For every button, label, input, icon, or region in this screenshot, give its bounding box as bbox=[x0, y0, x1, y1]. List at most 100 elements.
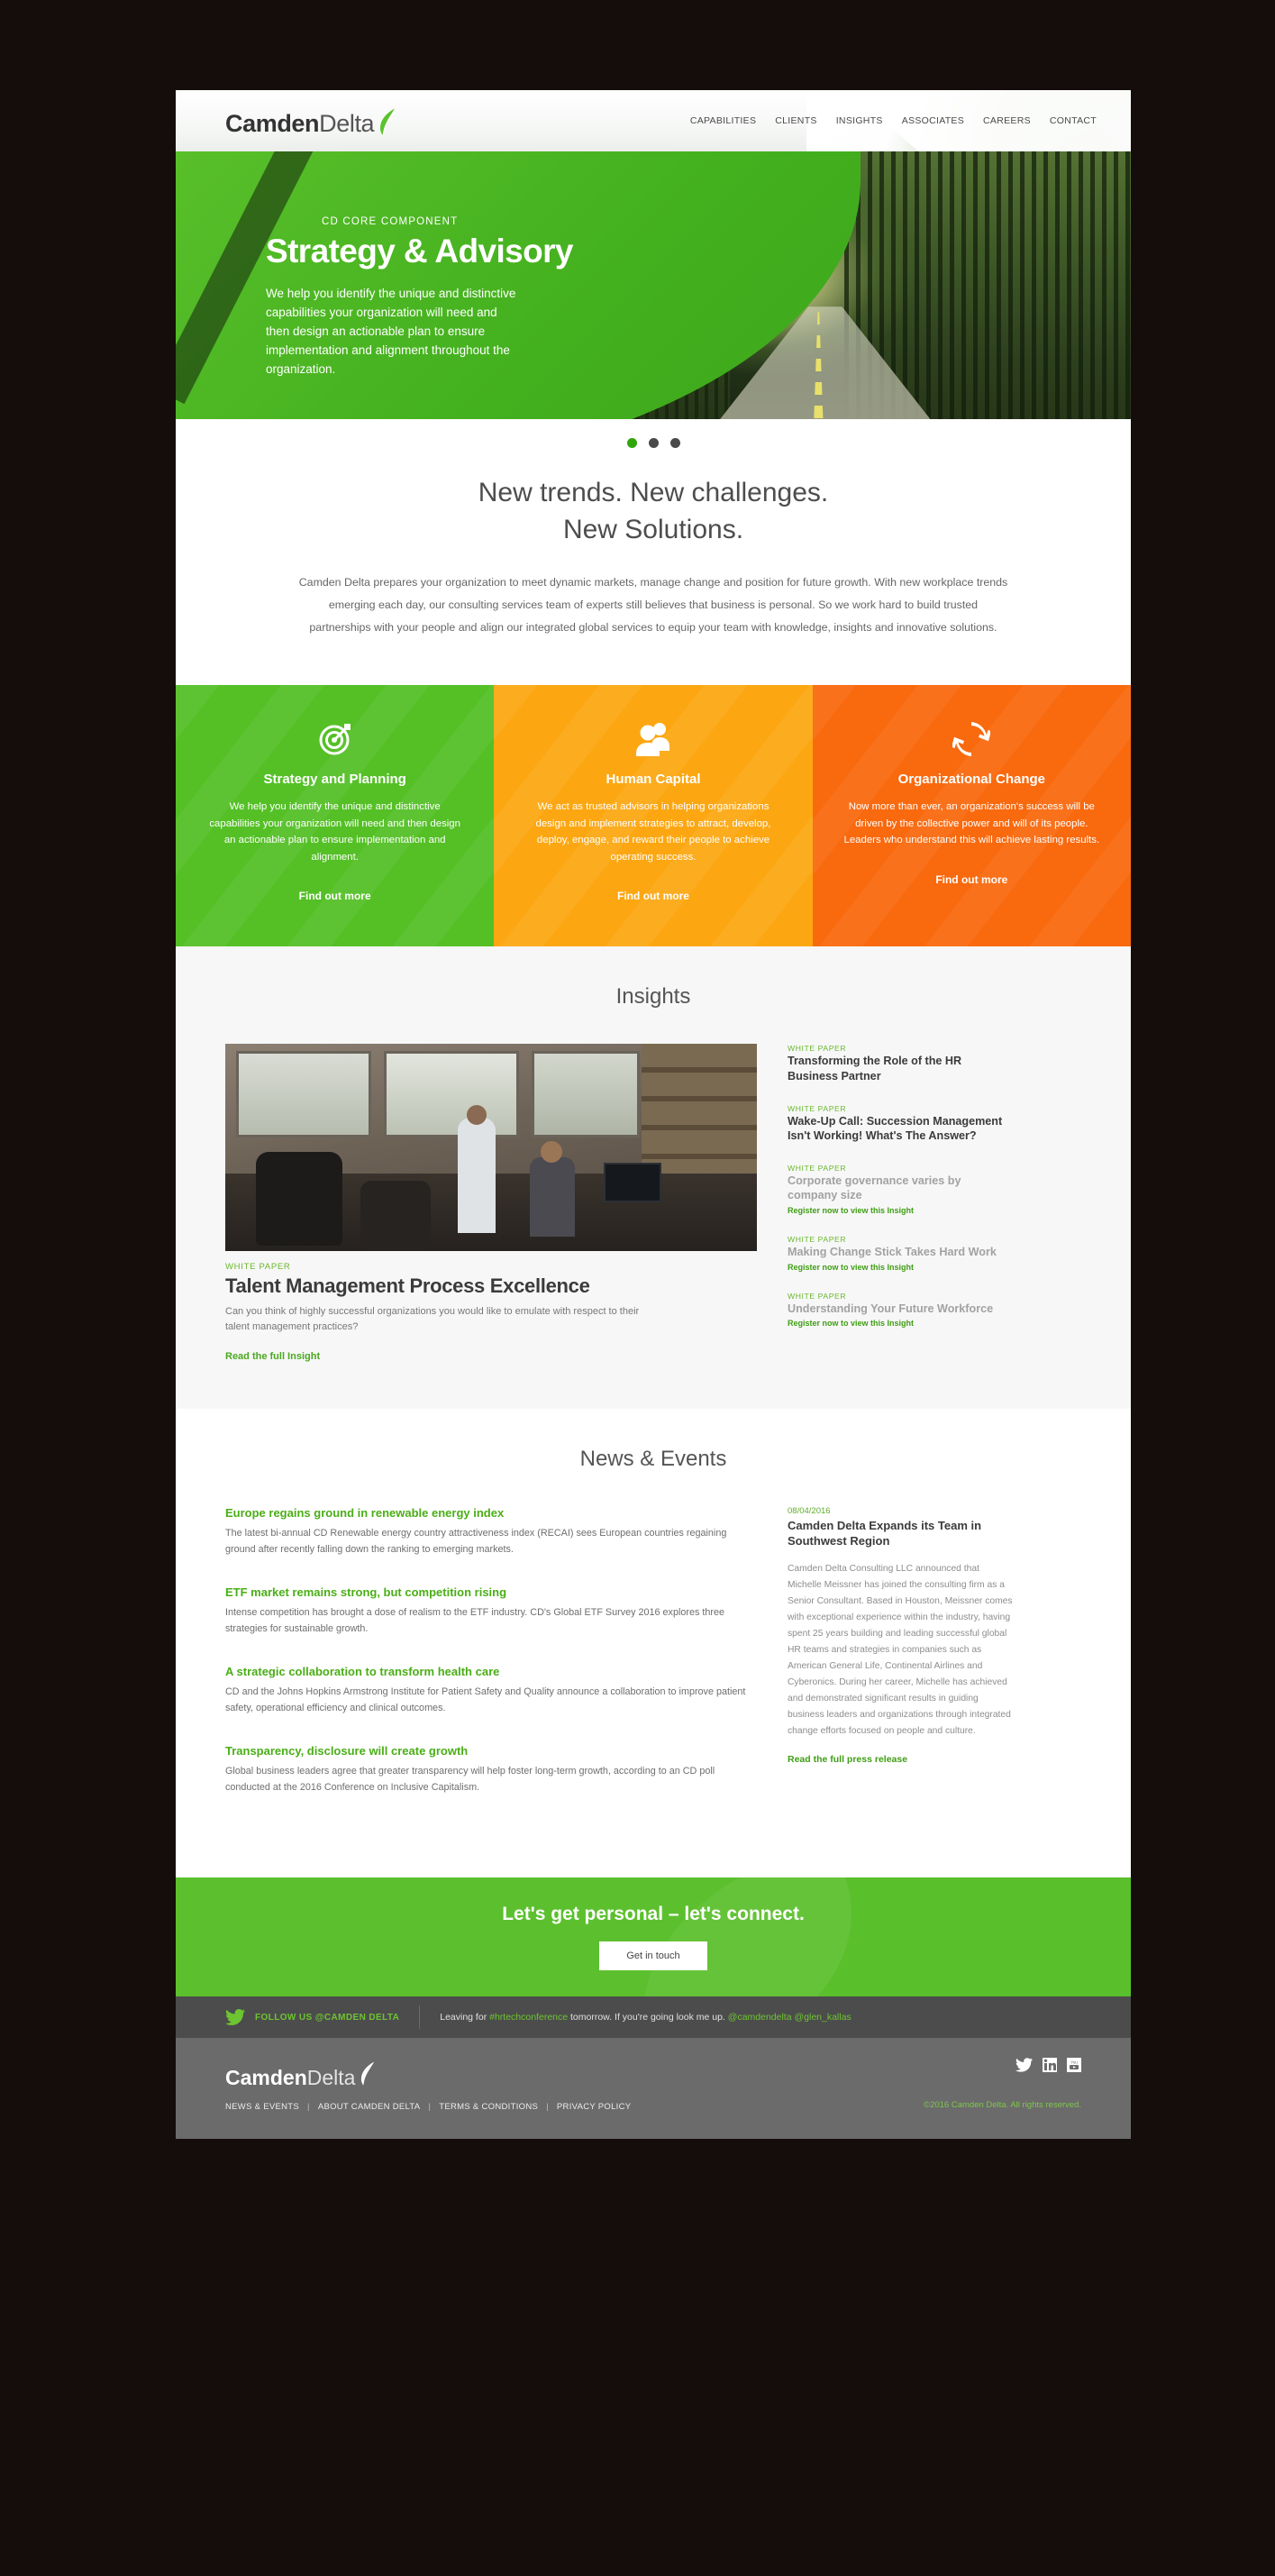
news-item-title[interactable]: Transparency, disclosure will create gro… bbox=[225, 1744, 757, 1758]
get-in-touch-button[interactable]: Get in touch bbox=[599, 1941, 707, 1971]
tweet-part-2: tomorrow. If you're going look me up. bbox=[568, 2012, 728, 2023]
footer-logo-primary: Camden bbox=[225, 2066, 307, 2090]
press-release-date: 08/04/2016 bbox=[788, 1505, 831, 1516]
site-footer: Camden Delta NEWS & EVENTS | ABOUT CAMDEN… bbox=[176, 2038, 1131, 2140]
footer-logo-secondary: Delta bbox=[306, 2066, 356, 2090]
news-item-copy: The latest bi-annual CD Renewable energy… bbox=[225, 1527, 727, 1556]
news-item-title[interactable]: ETF market remains strong, but competiti… bbox=[225, 1585, 757, 1599]
hero-banner: CD CORE COMPONENT Strategy & Advisory We… bbox=[176, 151, 1131, 419]
service-card-human-capital[interactable]: Human Capital We act as trusted advisors… bbox=[494, 685, 813, 947]
service-card-copy: Now more than ever, an organization's su… bbox=[843, 801, 1100, 846]
insight-register-link[interactable]: Register now to view this Insight bbox=[788, 1263, 1013, 1272]
service-card-copy: We act as trusted advisors in helping or… bbox=[535, 801, 771, 863]
tweet-mention-1[interactable]: @camdendelta bbox=[728, 2012, 792, 2023]
linkedin-icon[interactable] bbox=[1043, 2058, 1057, 2077]
news-item[interactable]: Transparency, disclosure will create gro… bbox=[225, 1744, 757, 1796]
service-card-organizational-change[interactable]: Organizational Change Now more than ever… bbox=[812, 685, 1131, 947]
nav-item-clients[interactable]: CLIENTS bbox=[775, 115, 816, 126]
hero-kicker: CD CORE COMPONENT bbox=[322, 216, 459, 227]
news-item-copy: Intense competition has brought a dose o… bbox=[225, 1606, 724, 1635]
insights-list: WHITE PAPER Transforming the Role of the… bbox=[788, 1044, 1013, 1361]
website-page: Camden Delta CAPABILITIES CLIENTS INSIGHT… bbox=[176, 90, 1131, 2140]
twitter-follow-label[interactable]: FOLLOW US @CAMDEN DELTA bbox=[255, 2013, 399, 2023]
twitter-feed-bar: FOLLOW US @CAMDEN DELTA Leaving for #hrt… bbox=[176, 1996, 1131, 2039]
featured-insight-link[interactable]: Read the full Insight bbox=[225, 1351, 757, 1362]
refresh-cycle-icon bbox=[843, 721, 1100, 759]
youtube-icon[interactable]: You bbox=[1067, 2058, 1081, 2077]
footer-link-terms[interactable]: TERMS & CONDITIONS bbox=[439, 2102, 538, 2112]
news-item[interactable]: A strategic collaboration to transform h… bbox=[225, 1665, 757, 1717]
carousel-dot-2[interactable] bbox=[648, 437, 659, 448]
footer-logo[interactable]: Camden Delta bbox=[225, 2058, 631, 2090]
site-logo[interactable]: Camden Delta bbox=[225, 105, 396, 138]
featured-insight-image bbox=[225, 1044, 757, 1252]
insight-register-link[interactable]: Register now to view this Insight bbox=[788, 1319, 1013, 1328]
news-item-title[interactable]: Europe regains ground in renewable energ… bbox=[225, 1506, 757, 1520]
nav-item-capabilities[interactable]: CAPABILITIES bbox=[690, 115, 756, 126]
insight-label: WHITE PAPER bbox=[788, 1235, 847, 1245]
insight-title: Understanding Your Future Workforce bbox=[788, 1302, 994, 1315]
insight-title: Making Change Stick Takes Hard Work bbox=[788, 1246, 997, 1259]
footer-link-separator: | bbox=[546, 2102, 549, 2113]
footer-link-about[interactable]: ABOUT CAMDEN DELTA bbox=[318, 2102, 421, 2112]
nav-item-associates[interactable]: ASSOCIATES bbox=[902, 115, 964, 126]
news-list: Europe regains ground in renewable energ… bbox=[225, 1506, 757, 1824]
service-card-cta[interactable]: Find out more bbox=[843, 873, 1100, 886]
tweet-part-1: Leaving for bbox=[440, 2012, 490, 2023]
nav-item-insights[interactable]: INSIGHTS bbox=[836, 115, 883, 126]
carousel-dot-3[interactable] bbox=[669, 437, 680, 448]
service-card-copy: We help you identify the unique and dist… bbox=[209, 801, 460, 863]
insight-title: Corporate governance varies by company s… bbox=[788, 1174, 961, 1202]
leaf-icon bbox=[360, 2061, 378, 2088]
insight-label: WHITE PAPER bbox=[788, 1103, 847, 1113]
intro-section: New trends. New challenges. New Solution… bbox=[176, 466, 1131, 686]
insight-list-item[interactable]: WHITE PAPER Transforming the Role of the… bbox=[788, 1044, 1013, 1083]
logo-text-primary: Camden bbox=[225, 109, 320, 137]
press-release-body: Camden Delta Consulting LLC announced th… bbox=[788, 1563, 1013, 1736]
news-item[interactable]: ETF market remains strong, but competiti… bbox=[225, 1585, 757, 1638]
insight-register-link[interactable]: Register now to view this Insight bbox=[788, 1206, 1013, 1215]
intro-heading-line2: New Solutions. bbox=[562, 514, 744, 544]
news-events-section: News & Events Europe regains ground in r… bbox=[176, 1408, 1131, 1878]
news-item[interactable]: Europe regains ground in renewable energ… bbox=[225, 1506, 757, 1558]
news-item-title[interactable]: A strategic collaboration to transform h… bbox=[225, 1665, 757, 1678]
news-item-copy: CD and the Johns Hopkins Armstrong Insti… bbox=[225, 1685, 746, 1714]
featured-insight-label: WHITE PAPER bbox=[225, 1262, 291, 1273]
insight-list-item[interactable]: WHITE PAPER Making Change Stick Takes Ha… bbox=[788, 1235, 1013, 1272]
insight-list-item[interactable]: WHITE PAPER Wake-Up Call: Succession Man… bbox=[788, 1104, 1013, 1144]
service-card-cta[interactable]: Find out more bbox=[206, 890, 463, 902]
footer-link-separator: | bbox=[307, 2102, 310, 2113]
service-card-title: Human Capital bbox=[606, 772, 701, 788]
twitter-icon[interactable] bbox=[1015, 2058, 1033, 2077]
people-icon bbox=[524, 721, 781, 759]
service-cards: Strategy and Planning We help you identi… bbox=[176, 685, 1131, 947]
featured-insight[interactable]: WHITE PAPER Talent Management Process Ex… bbox=[225, 1044, 757, 1362]
insight-title: Wake-Up Call: Succession Management Isn'… bbox=[788, 1114, 1003, 1143]
tweet-hashtag[interactable]: #hrtechconference bbox=[489, 2012, 568, 2023]
nav-item-contact[interactable]: CONTACT bbox=[1050, 115, 1097, 126]
press-release: 08/04/2016 Camden Delta Expands its Team… bbox=[788, 1506, 1013, 1824]
footer-link-privacy[interactable]: PRIVACY POLICY bbox=[557, 2102, 632, 2112]
press-release-link[interactable]: Read the full press release bbox=[788, 1754, 1013, 1765]
carousel-dot-1[interactable] bbox=[626, 437, 637, 448]
insight-list-item[interactable]: WHITE PAPER Understanding Your Future Wo… bbox=[788, 1292, 1013, 1329]
footer-link-news-events[interactable]: NEWS & EVENTS bbox=[225, 2102, 299, 2112]
insight-label: WHITE PAPER bbox=[788, 1044, 847, 1054]
twitter-tweet-text: Leaving for #hrtechconference tomorrow. … bbox=[440, 2012, 851, 2023]
service-card-cta[interactable]: Find out more bbox=[524, 890, 781, 902]
nav-item-careers[interactable]: CAREERS bbox=[983, 115, 1031, 126]
site-header: Camden Delta CAPABILITIES CLIENTS INSIGHT… bbox=[176, 90, 1131, 151]
insight-label: WHITE PAPER bbox=[788, 1163, 847, 1173]
target-icon bbox=[206, 721, 463, 759]
tweet-mention-2[interactable]: @glen_kallas bbox=[792, 2012, 851, 2023]
service-card-title: Strategy and Planning bbox=[263, 772, 406, 788]
logo-text-secondary: Delta bbox=[319, 109, 375, 137]
leaf-icon bbox=[379, 107, 396, 135]
insight-list-item[interactable]: WHITE PAPER Corporate governance varies … bbox=[788, 1164, 1013, 1215]
twitter-divider bbox=[419, 2005, 421, 2030]
hero-content: CD CORE COMPONENT Strategy & Advisory We… bbox=[266, 216, 626, 379]
insight-title: Transforming the Role of the HR Business… bbox=[788, 1055, 962, 1083]
insights-section-title: Insights bbox=[615, 984, 691, 1009]
service-card-strategy[interactable]: Strategy and Planning We help you identi… bbox=[176, 685, 495, 947]
featured-insight-title: Talent Management Process Excellence bbox=[225, 1274, 590, 1298]
